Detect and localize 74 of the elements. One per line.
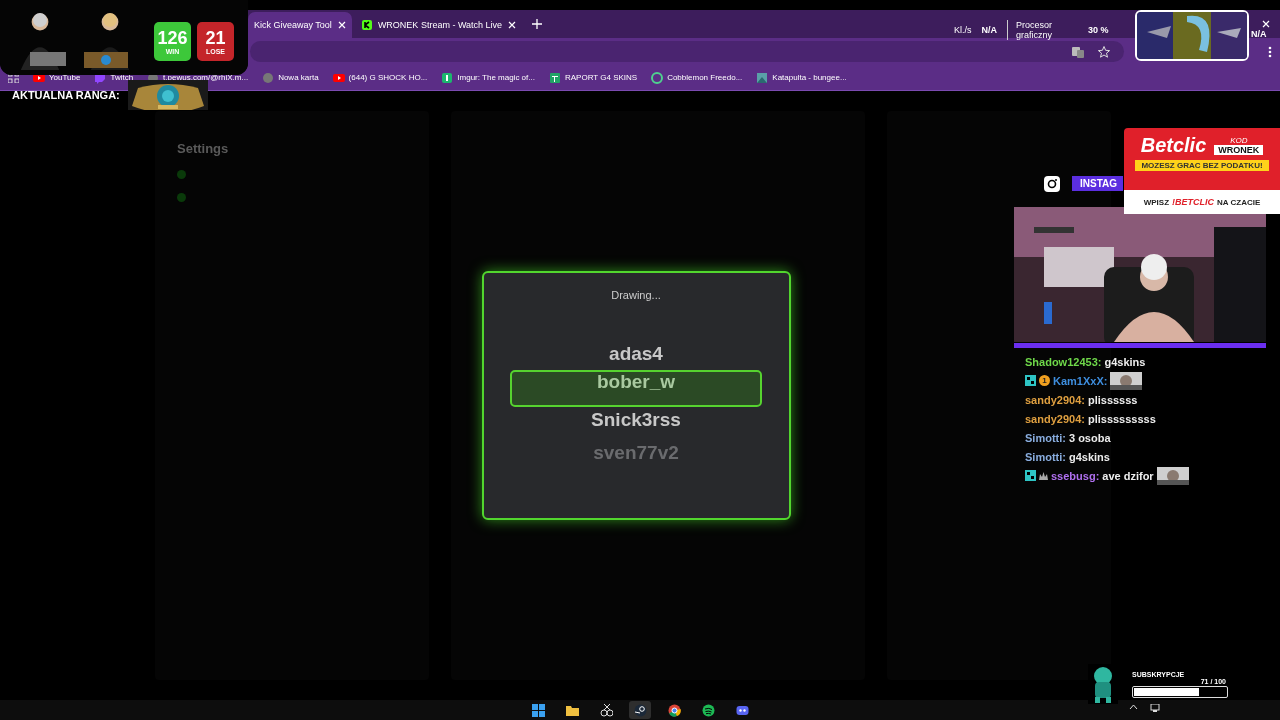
lose-count: 21 — [205, 28, 226, 48]
close-icon[interactable] — [508, 21, 517, 29]
ad-brand: Betclic — [1140, 134, 1207, 157]
chat-message: g4skins — [1068, 450, 1110, 463]
chat-message: ave dzifor — [1102, 469, 1154, 482]
chat-username: Simotti: — [1025, 450, 1066, 463]
dialog-title: Drawing... — [611, 289, 661, 301]
toggle-dot — [177, 170, 186, 179]
chrome-icon — [667, 703, 681, 717]
chat-username: ssebusg: — [1051, 469, 1100, 482]
code-label: KOD — [1230, 136, 1248, 145]
rank-label: AKTUALNA RANGA: — [12, 89, 120, 101]
participant-name: bober_w — [510, 370, 762, 407]
sheet-icon — [548, 71, 561, 84]
bookmark[interactable]: (644) G SHOCK HO... — [332, 71, 428, 84]
network-icon[interactable] — [1150, 704, 1160, 712]
chevron-up-icon[interactable] — [1129, 704, 1138, 710]
sub-badge-icon — [1025, 470, 1036, 481]
image-icon — [756, 71, 769, 84]
globe-icon — [262, 71, 275, 84]
spotify-icon — [701, 703, 715, 717]
menu-icon[interactable] — [1268, 45, 1272, 58]
participant-name: sven77v2 — [592, 441, 680, 465]
participant-name: Snick3rss — [590, 408, 682, 432]
steam-icon — [633, 703, 647, 717]
browser-tab[interactable]: WRONEK Stream - Watch Live — [355, 12, 523, 38]
close-icon[interactable] — [337, 21, 346, 29]
stat-value: N/A — [981, 25, 997, 35]
chat-username: sandy2904: — [1025, 412, 1085, 425]
toggle-dot — [177, 193, 186, 202]
stat-label: Procesor graficzny — [1007, 20, 1078, 40]
ring-icon — [651, 71, 664, 84]
chat-username: Simotti: — [1025, 431, 1066, 444]
browser-tab[interactable]: Kick Giveaway Tool — [248, 12, 352, 38]
sub-badge-icon — [1025, 375, 1036, 386]
scissors-icon — [599, 703, 613, 717]
star-icon[interactable] — [1098, 45, 1110, 58]
apps-grid-icon[interactable] — [8, 72, 19, 83]
bookmark[interactable]: Imgur: The magic of... — [441, 71, 535, 84]
stat-label: Kl./s — [954, 25, 972, 35]
count-badge: 1 — [1039, 375, 1050, 386]
chat-username: Kam1XxX: — [1053, 374, 1108, 387]
translate-icon[interactable] — [1072, 45, 1084, 58]
chat-message: 3 osoba — [1068, 431, 1111, 444]
ad-text: NA CZACIE — [1217, 197, 1261, 207]
bookmark[interactable]: Nowa karta — [262, 71, 319, 84]
promo-code: WRONEK — [1214, 145, 1264, 155]
bookmark[interactable]: RAPORT G4 SKINS — [548, 71, 638, 84]
chat-username: sandy2904: — [1025, 393, 1085, 406]
folder-icon — [565, 703, 579, 717]
chat-command: !BETCLIC — [1172, 197, 1215, 207]
ad-text: WPISZ — [1143, 197, 1170, 207]
ad-tagline: MOZESZ GRAC BEZ PODATKU! — [1135, 160, 1269, 171]
participant-name: adas4 — [608, 342, 664, 366]
plus-icon[interactable] — [532, 19, 543, 29]
win-count: 126 — [157, 28, 188, 48]
stat-value: 30 % — [1088, 25, 1109, 35]
crown-icon — [1039, 471, 1048, 480]
bookmark[interactable]: Katapulta - bungee... — [756, 71, 847, 84]
taskbar-button[interactable] — [629, 701, 651, 719]
close-icon[interactable] — [1262, 20, 1270, 28]
youtube-icon — [332, 71, 345, 84]
chat-message: plissssss — [1087, 393, 1138, 406]
chat-message: g4skins — [1104, 355, 1146, 368]
social-label: INSTAG — [1072, 176, 1124, 191]
kick-icon — [361, 20, 372, 30]
windows-icon — [531, 703, 545, 717]
chat-username: Shadow12453: — [1025, 355, 1102, 368]
imgur-icon — [441, 71, 454, 84]
panel-title: Settings — [177, 141, 230, 156]
discord-icon — [735, 703, 749, 717]
stat-value: N/A — [1251, 29, 1267, 39]
bookmark[interactable]: Cobblemon Freedo... — [651, 71, 743, 84]
chat-message: plisssssssss — [1087, 412, 1156, 425]
